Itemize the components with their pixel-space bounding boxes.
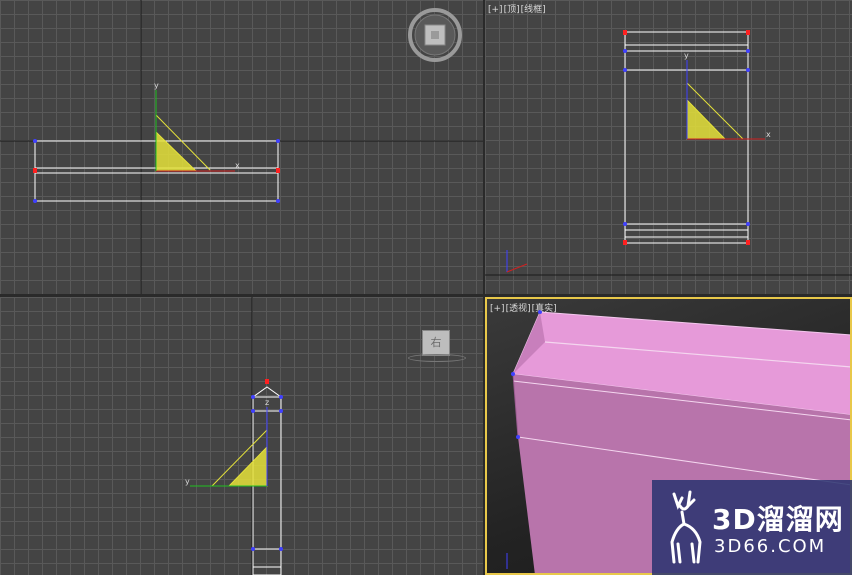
axis-y-label: y	[154, 81, 159, 90]
right-view-canvas: y z	[185, 297, 283, 575]
deer-logo-icon	[670, 490, 702, 564]
axis-x-label: x	[766, 130, 771, 139]
viewcube-ring	[408, 354, 466, 362]
axis-z-label: z	[265, 398, 269, 407]
top-view-canvas: x y	[485, 30, 852, 276]
axis-y-label: y	[684, 51, 689, 60]
world-axis-icon	[506, 250, 528, 273]
watermark: 3D溜溜网 3D66.COM	[652, 480, 852, 575]
axis-y-label: y	[185, 477, 190, 486]
viewport-top[interactable]: x y [+][顶][线框]	[485, 0, 852, 294]
viewport-right[interactable]: y z 右	[0, 297, 483, 575]
viewport-label[interactable]: [+][顶][线框]	[488, 2, 547, 15]
viewport-front[interactable]: x y	[0, 0, 483, 294]
viewcube-icon[interactable]: 右	[422, 330, 450, 356]
transform-gizmo[interactable]: x y	[684, 51, 771, 140]
transform-gizmo[interactable]: x y	[154, 81, 240, 172]
watermark-url: 3D66.COM	[714, 536, 827, 557]
axis-x-label: x	[235, 161, 240, 170]
viewcube-icon[interactable]	[406, 6, 464, 64]
watermark-brand: 3D溜溜网	[712, 503, 844, 536]
viewport-label[interactable]: [+][透视][真实]	[490, 301, 558, 314]
